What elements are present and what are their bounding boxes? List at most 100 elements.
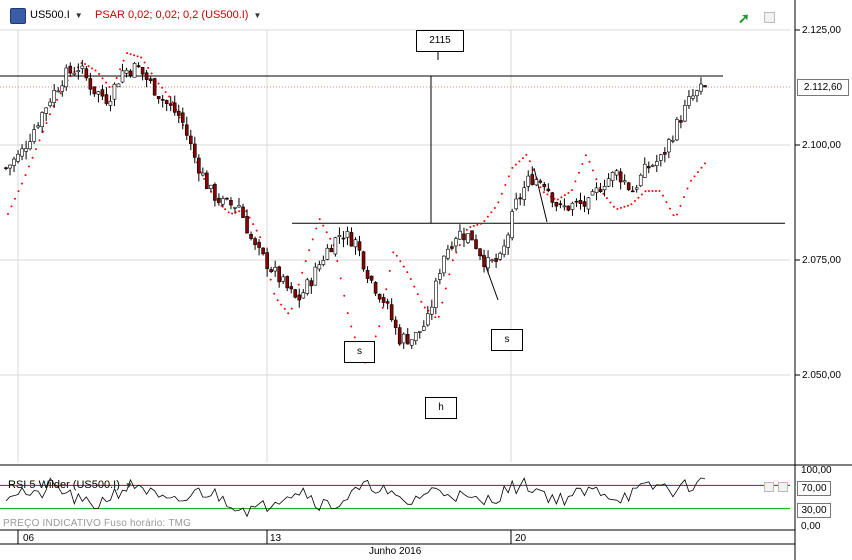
psar-dot bbox=[637, 196, 640, 199]
candle-body bbox=[44, 107, 48, 114]
rsi-level-high-badge: 70,00 bbox=[797, 481, 831, 496]
psar-dot bbox=[136, 55, 139, 58]
psar-dot bbox=[479, 222, 482, 225]
psar-dot bbox=[10, 205, 13, 208]
psar-dot bbox=[311, 238, 314, 241]
psar-dot bbox=[56, 98, 59, 101]
psar-dot bbox=[693, 175, 696, 178]
candle-body bbox=[32, 129, 36, 142]
chevron-down-icon[interactable]: ▼ bbox=[125, 481, 133, 490]
psar-dot bbox=[416, 293, 419, 296]
psar-dot bbox=[115, 76, 118, 79]
psar-dot bbox=[346, 312, 349, 315]
psar-dot bbox=[147, 66, 150, 69]
candle-body bbox=[301, 292, 306, 299]
candle-body bbox=[209, 184, 213, 189]
candle-body bbox=[401, 333, 406, 344]
candle-body bbox=[417, 331, 422, 333]
rsi-indicator-name: RSI 5 Wilder (US500.I) bbox=[8, 479, 120, 491]
candle-body bbox=[56, 90, 61, 93]
candle-body bbox=[421, 326, 426, 331]
candle-body bbox=[442, 255, 446, 274]
candle bbox=[293, 288, 298, 299]
chevron-down-icon[interactable]: ▼ bbox=[253, 11, 261, 20]
candle-body bbox=[116, 83, 121, 88]
candle bbox=[64, 64, 69, 91]
psar-indicator-selector[interactable]: PSAR 0,02; 0,02; 0,2 (US500.I) ▼ bbox=[95, 9, 261, 21]
chart-toolbar: US500.I ▼ PSAR 0,02; 0,02; 0,2 (US500.I) ▼ bbox=[0, 0, 790, 30]
candle-body bbox=[229, 200, 233, 206]
trend-up-arrow-icon[interactable]: ➚ bbox=[738, 10, 750, 27]
target-annotation[interactable]: 2115 bbox=[416, 30, 464, 52]
rsi-panel-settings-icon[interactable] bbox=[764, 482, 774, 492]
psar-dot bbox=[17, 190, 20, 193]
candle bbox=[116, 83, 121, 88]
psar-dot bbox=[504, 184, 507, 187]
psar-dot bbox=[94, 69, 97, 72]
right-shoulder-annotation[interactable]: s bbox=[491, 329, 523, 351]
psar-dot bbox=[704, 162, 706, 165]
indicative-price-note: PREÇO INDICATIVO Fuso horário: TMG bbox=[3, 518, 192, 529]
candle-body bbox=[273, 266, 277, 272]
psar-dot bbox=[381, 306, 384, 309]
candle bbox=[205, 170, 209, 190]
psar-dot bbox=[374, 335, 377, 338]
candle-body bbox=[486, 257, 490, 269]
psar-dot bbox=[322, 224, 325, 227]
candle-body bbox=[638, 174, 643, 187]
psar-dot bbox=[108, 86, 111, 89]
rsi-tick-label: 100,00 bbox=[801, 465, 832, 476]
psar-dot bbox=[448, 273, 451, 276]
chart-canvas[interactable] bbox=[0, 0, 852, 560]
candle-body bbox=[434, 280, 438, 308]
candle-body bbox=[176, 110, 181, 116]
candle-body bbox=[277, 266, 281, 283]
candle-body bbox=[144, 72, 149, 80]
psar-dot bbox=[525, 153, 528, 156]
psar-dot bbox=[98, 72, 101, 75]
psar-dot bbox=[518, 160, 521, 163]
psar-dot bbox=[143, 61, 146, 64]
candle-body bbox=[534, 179, 539, 186]
candle-body bbox=[554, 202, 559, 207]
psar-dot bbox=[423, 306, 426, 309]
candle-body bbox=[345, 231, 350, 238]
candle-body bbox=[168, 103, 173, 106]
candle bbox=[152, 77, 157, 96]
psar-dot bbox=[269, 278, 272, 281]
psar-dot bbox=[343, 294, 346, 297]
symbol-selector[interactable]: US500.I ▼ bbox=[30, 9, 83, 21]
candle-body bbox=[478, 248, 482, 257]
candle-body bbox=[353, 239, 358, 248]
chevron-down-icon[interactable]: ▼ bbox=[75, 11, 83, 20]
candle-body bbox=[20, 148, 24, 157]
candle-body bbox=[626, 182, 631, 190]
psar-dot bbox=[507, 175, 510, 178]
candle-body bbox=[317, 264, 322, 270]
psar-dot bbox=[84, 63, 87, 66]
rsi-panel-close-icon[interactable] bbox=[778, 482, 788, 492]
psar-dot bbox=[483, 219, 486, 222]
candle-body bbox=[574, 200, 579, 203]
candle-body bbox=[233, 206, 237, 209]
candle bbox=[333, 236, 338, 257]
psar-dot bbox=[28, 165, 31, 168]
candle-body bbox=[172, 102, 177, 113]
candle-body bbox=[470, 230, 474, 241]
cfd-icon[interactable] bbox=[10, 8, 26, 24]
psar-dot bbox=[668, 207, 671, 210]
psar-dot bbox=[640, 193, 643, 196]
psar-dot bbox=[567, 191, 570, 194]
psar-dot bbox=[238, 210, 241, 213]
candle-body bbox=[28, 141, 32, 150]
head-annotation[interactable]: h bbox=[425, 397, 457, 419]
candle-body bbox=[634, 187, 639, 190]
candle-body bbox=[566, 205, 571, 211]
psar-dot bbox=[612, 205, 615, 208]
psar-dot bbox=[14, 197, 17, 200]
psar-dot bbox=[105, 81, 108, 84]
left-shoulder-annotation[interactable]: s bbox=[344, 341, 375, 363]
panel-settings-icon[interactable] bbox=[764, 12, 775, 23]
rsi-indicator-selector[interactable]: RSI 5 Wilder (US500.I) ▼ bbox=[8, 479, 133, 491]
psar-dot bbox=[399, 260, 402, 263]
